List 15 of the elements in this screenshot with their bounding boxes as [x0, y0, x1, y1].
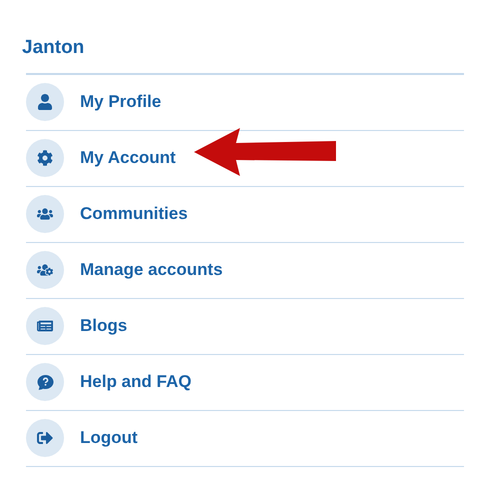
user-icon [37, 94, 53, 110]
menu-item[interactable]: Communities [80, 201, 188, 227]
menu-item[interactable]: Blogs [80, 313, 128, 339]
menu-item[interactable]: Manage accounts [80, 257, 223, 283]
menu-item[interactable]: My Profile [80, 89, 162, 115]
newspaper-icon [37, 318, 53, 334]
menu-item[interactable]: Help and FAQ [80, 369, 192, 395]
logout-icon [37, 430, 53, 446]
people-icon [37, 206, 53, 222]
gear-icon [37, 150, 53, 166]
people-gear-icon [37, 262, 53, 278]
menu-title: Janton [22, 36, 84, 60]
menu-item[interactable]: My Account [80, 145, 176, 171]
menu-item[interactable]: Logout [80, 425, 138, 451]
help-icon [36, 374, 54, 390]
